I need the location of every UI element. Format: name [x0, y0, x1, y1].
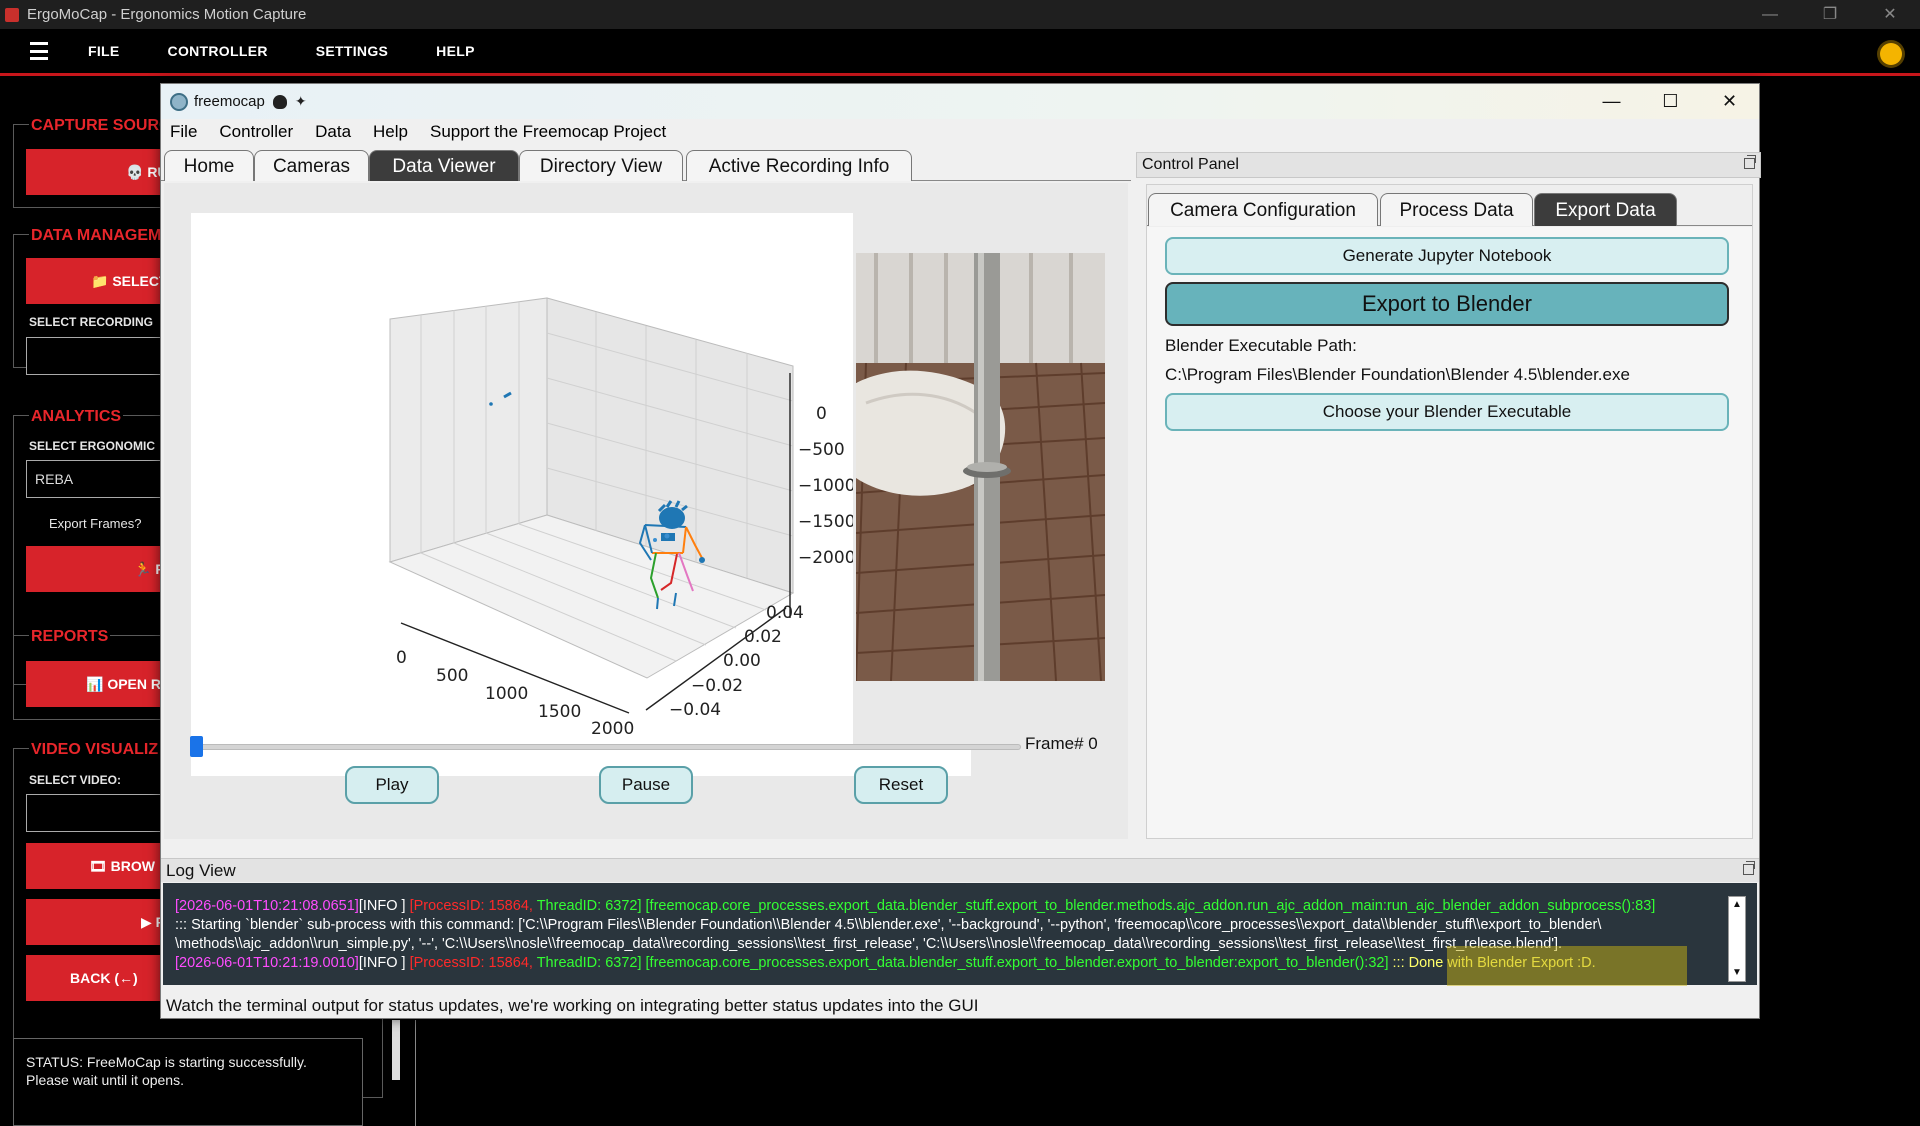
divider — [415, 1020, 416, 1126]
menu-settings[interactable]: SETTINGS — [316, 43, 388, 59]
freemocap-menubar: File Controller Data Help Support the Fr… — [161, 119, 1759, 144]
select-video-label: SELECT VIDEO: — [29, 773, 122, 787]
close-button[interactable]: ✕ — [1860, 0, 1920, 29]
highlight-annotation — [1447, 946, 1687, 986]
app-titlebar: ErgoMoCap - Ergonomics Motion Capture — … — [0, 0, 1920, 29]
play-button[interactable]: Play — [345, 766, 439, 804]
menu-file[interactable]: FILE — [88, 43, 120, 59]
minimize-button[interactable]: — — [1740, 0, 1800, 29]
x-tick-1500: 1500 — [538, 702, 581, 722]
status-message: STATUS: FreeMoCap is starting successful… — [13, 1038, 363, 1126]
y-tick-0.00: 0.00 — [723, 651, 761, 671]
theme-toggle-sun-icon[interactable] — [1880, 43, 1902, 65]
x-tick-1000: 1000 — [485, 684, 528, 704]
freemocap-logo-icon — [170, 92, 188, 111]
tab-process-data[interactable]: Process Data — [1380, 193, 1533, 226]
x-tick-0: 0 — [396, 648, 407, 668]
export-to-blender-button[interactable]: Export to Blender — [1165, 282, 1729, 326]
control-panel-header: Control Panel — [1136, 152, 1761, 178]
scroll-down-icon[interactable]: ▼ — [1729, 965, 1745, 981]
skeleton-3d-plot-svg: 0 −500 −1000 −1500 −2000 0 500 1000 1500… — [388, 297, 856, 739]
log-scrollbar[interactable]: ▲ ▼ — [1728, 896, 1746, 982]
app-title: ErgoMoCap - Ergonomics Motion Capture — [27, 6, 307, 23]
pause-button[interactable]: Pause — [599, 766, 693, 804]
blender-path-label: Blender Executable Path: — [1165, 336, 1357, 355]
fm-menu-data[interactable]: Data — [315, 122, 351, 142]
freemocap-window-controls: — ☐ ✕ — [1582, 84, 1759, 119]
control-panel-title: Control Panel — [1142, 156, 1239, 173]
log-view-header: Log View — [161, 858, 1759, 882]
restore-button[interactable]: ❐ — [1800, 0, 1860, 29]
data-management-title: DATA MANAGEME — [29, 227, 175, 245]
blender-path-value: C:\Program Files\Blender Foundation\Blen… — [1165, 365, 1630, 384]
tab-cameras[interactable]: Cameras — [254, 150, 369, 181]
frame-number-label: Frame# 0 — [1025, 734, 1098, 753]
reset-button[interactable]: Reset — [854, 766, 948, 804]
tab-directory-view[interactable]: Directory View — [519, 150, 683, 181]
fm-menu-file[interactable]: File — [170, 122, 197, 142]
x-tick-500: 500 — [436, 666, 468, 686]
select-ergonomic-label: SELECT ERGONOMIC — [29, 439, 156, 453]
fm-menu-help[interactable]: Help — [373, 122, 408, 142]
x-tick-2000: 2000 — [591, 719, 634, 739]
y-tick-neg0.04: −0.04 — [669, 700, 721, 720]
log-view-title: Log View — [166, 861, 236, 880]
capture-source-title: CAPTURE SOURC — [29, 117, 173, 135]
choose-blender-executable-button[interactable]: Choose your Blender Executable — [1165, 393, 1729, 431]
generate-jupyter-notebook-button[interactable]: Generate Jupyter Notebook — [1165, 237, 1729, 275]
control-panel-tab-bar: Camera Configuration Process Data Export… — [1147, 193, 1752, 226]
export-data-content: Generate Jupyter Notebook Export to Blen… — [1147, 227, 1752, 838]
menu-controller[interactable]: CONTROLLER — [168, 43, 268, 59]
app-logo-icon — [5, 7, 19, 22]
sidebar-scrollbar[interactable] — [392, 1020, 400, 1080]
tab-export-data[interactable]: Export Data — [1534, 193, 1677, 226]
sparkle-icon: ✦ — [294, 93, 307, 109]
y-tick-0.04: 0.04 — [766, 603, 804, 623]
analytics-title: ANALYTICS — [29, 408, 124, 426]
construction-site-image — [856, 253, 1105, 681]
freemocap-maximize-button[interactable]: ☐ — [1641, 84, 1700, 119]
app-window-controls: — ❐ ✕ — [1740, 0, 1920, 29]
freemocap-minimize-button[interactable]: — — [1582, 84, 1641, 119]
app-menubar: FILE CONTROLLER SETTINGS HELP — [0, 29, 1920, 76]
main-tab-bar: Home Cameras Data Viewer Directory View … — [161, 150, 1131, 181]
control-panel: Camera Configuration Process Data Export… — [1146, 184, 1753, 839]
z-tick-0: 0 — [816, 404, 827, 424]
scroll-up-icon[interactable]: ▲ — [1729, 897, 1745, 913]
frame-slider-track[interactable] — [196, 744, 1021, 750]
hamburger-menu-icon[interactable] — [30, 42, 48, 60]
y-tick-neg0.02: −0.02 — [691, 676, 743, 696]
log-line-1: [2026-06-01T10:21:08.0651][INFO ] [Proce… — [175, 898, 1656, 914]
z-tick-2000: −2000 — [798, 548, 853, 568]
log-undock-icon[interactable] — [1743, 861, 1755, 875]
freemocap-window: freemocap ✦ — ☐ ✕ File Controller Data H… — [160, 83, 1761, 1019]
tab-home[interactable]: Home — [164, 150, 254, 181]
freemocap-close-button[interactable]: ✕ — [1700, 84, 1759, 119]
freemocap-statusbar: Watch the terminal output for status upd… — [161, 994, 1759, 1018]
reports-title: REPORTS — [29, 628, 111, 646]
video-visualization-title: VIDEO VISUALIZ — [29, 741, 161, 759]
log-line-2: ::: Starting `blender` sub-process with … — [175, 917, 1602, 933]
z-tick-500: −500 — [798, 440, 845, 460]
tab-active-recording-info[interactable]: Active Recording Info — [686, 150, 912, 181]
export-frames-label[interactable]: Export Frames? — [49, 516, 141, 531]
tab-camera-configuration[interactable]: Camera Configuration — [1148, 193, 1378, 226]
skull-icon — [272, 94, 287, 109]
fm-menu-controller[interactable]: Controller — [219, 122, 293, 142]
fm-menu-support[interactable]: Support the Freemocap Project — [430, 122, 666, 142]
select-recording-label: SELECT RECORDING — [29, 315, 154, 329]
menu-help[interactable]: HELP — [436, 43, 475, 59]
z-tick-1500: −1500 — [798, 512, 853, 532]
tab-data-viewer[interactable]: Data Viewer — [369, 150, 519, 181]
y-tick-0.02: 0.02 — [744, 627, 782, 647]
frame-slider-handle[interactable] — [190, 736, 203, 757]
undock-icon[interactable] — [1744, 155, 1756, 169]
data-viewer-panel: 0 −500 −1000 −1500 −2000 0 500 1000 1500… — [164, 183, 1128, 839]
skeleton-3d-plot[interactable]: 0 −500 −1000 −1500 −2000 0 500 1000 1500… — [191, 213, 856, 748]
camera-video-frame — [856, 253, 1105, 681]
z-tick-1000: −1000 — [798, 476, 853, 496]
freemocap-titlebar: freemocap ✦ — ☐ ✕ — [161, 84, 1759, 119]
freemocap-title: freemocap — [194, 93, 265, 110]
